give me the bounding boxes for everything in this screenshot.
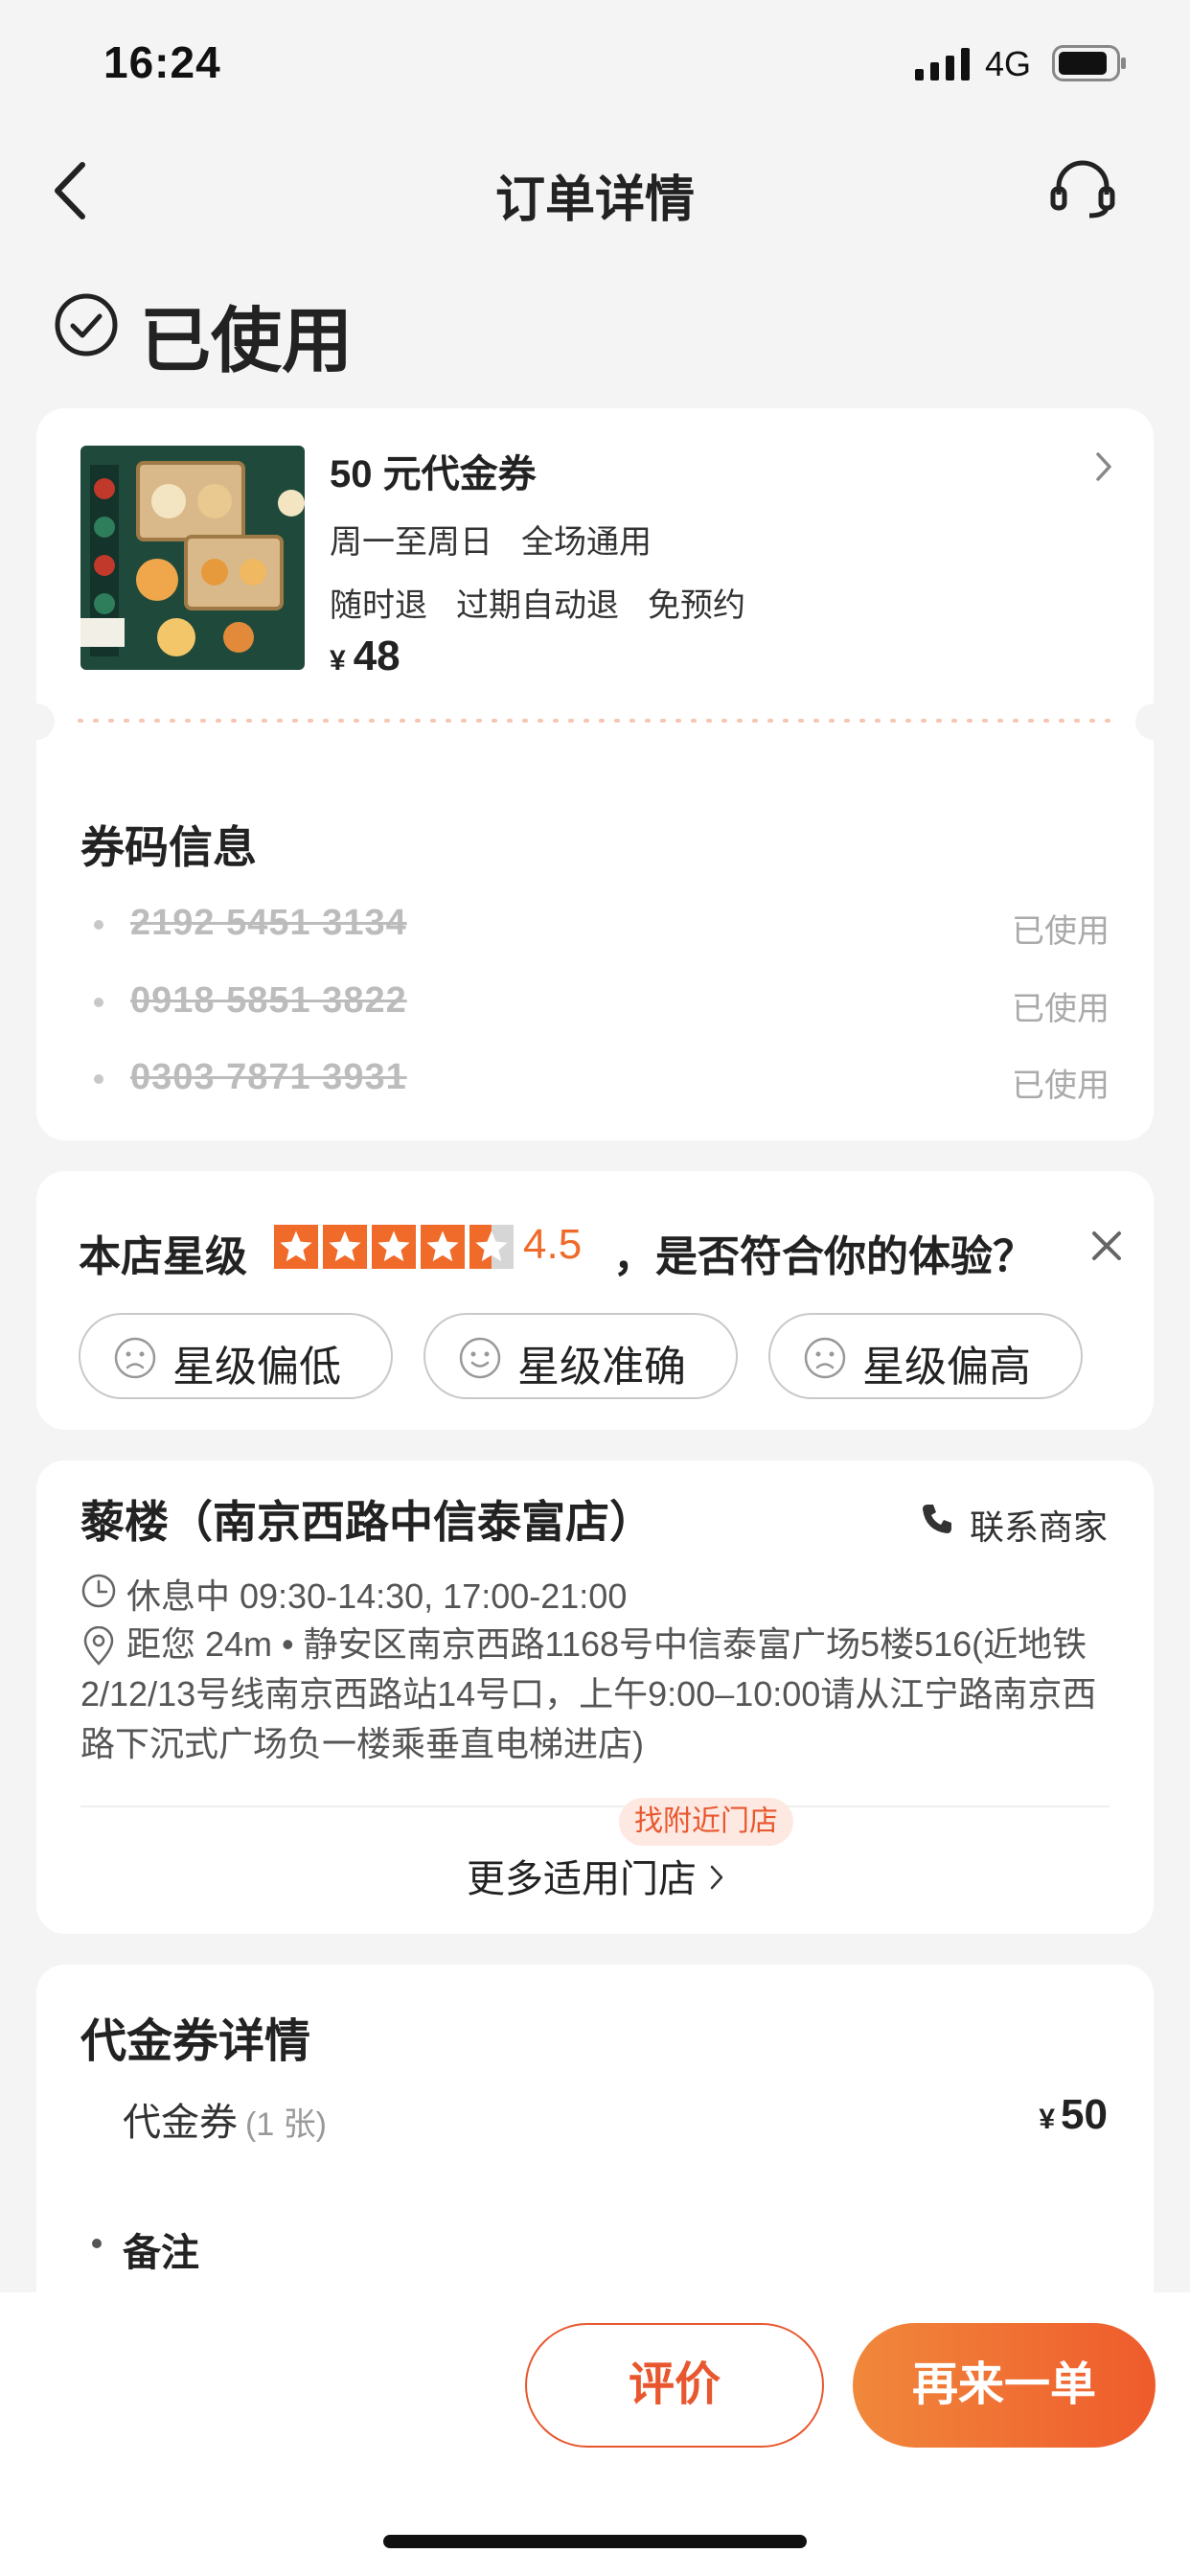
rating-option-low[interactable]: 星级偏低: [79, 1313, 393, 1399]
rating-option-high[interactable]: 星级偏高: [768, 1313, 1083, 1399]
ticket-notch-left: [18, 703, 55, 740]
rating-option-label: 星级准确: [517, 1344, 686, 1391]
more-stores-label: 更多适用门店: [467, 1858, 697, 1900]
voucher-item-name: 代金券: [123, 2102, 238, 2144]
divider: [80, 1806, 1110, 1807]
status-time: 16:24: [103, 37, 221, 87]
voucher-amount: ¥50: [1039, 2091, 1108, 2139]
coupon-code: 2192 5451 3134: [130, 903, 407, 943]
contact-merchant-button[interactable]: 联系商家: [920, 1500, 1113, 1547]
product-refund-tags: 随时退 过期自动退 免预约: [330, 579, 774, 626]
coupon-code-status: 已使用: [1012, 1068, 1110, 1104]
shop-hours: 休息中 09:30-14:30, 17:00-21:00: [126, 1576, 628, 1616]
bullet: [94, 920, 103, 930]
phone-icon: [923, 1505, 951, 1533]
price-value: 48: [353, 632, 400, 679]
rating-option-label: 星级偏低: [172, 1344, 341, 1391]
product-title[interactable]: 50 元代金券: [330, 443, 537, 498]
close-icon[interactable]: [1090, 1230, 1123, 1262]
coupon-code-row: 0303 7871 3931 已使用: [80, 1055, 1110, 1104]
coupon-codes-title: 券码信息: [80, 822, 257, 872]
review-button[interactable]: 评价: [525, 2323, 824, 2448]
voucher-detail-title: 代金券详情: [80, 2016, 311, 2067]
shop-address[interactable]: 距您 24m • 静安区南京西路1168号中信泰富广场5楼516(近地铁2/12…: [80, 1620, 1115, 1769]
rating-option-accurate[interactable]: 星级准确: [423, 1313, 738, 1399]
ticket-notch-right: [1135, 703, 1172, 740]
tag: 周一至周日: [330, 524, 492, 561]
rating-question: ，是否符合你的体验？: [613, 1233, 1035, 1280]
find-nearby-badge[interactable]: 找附近门店: [619, 1798, 793, 1846]
rating-label: 本店星级: [79, 1233, 247, 1280]
network-type: 4G: [985, 44, 1032, 83]
bullet: [94, 1074, 103, 1084]
clock-icon: [81, 1574, 116, 1608]
sad-face-icon: [114, 1337, 156, 1379]
currency-symbol: ¥: [1039, 2104, 1056, 2135]
home-indicator: [383, 2535, 807, 2548]
contact-merchant-label: 联系商家: [970, 1507, 1109, 1547]
reorder-button[interactable]: 再来一单: [853, 2323, 1156, 2448]
product-usage-tags: 周一至周日 全场通用: [330, 516, 680, 563]
rating-score: 4.5: [523, 1221, 583, 1268]
order-status-label: 已使用: [140, 301, 353, 380]
rating-star: [421, 1225, 465, 1269]
bullet: [92, 2239, 102, 2248]
voucher-item-count: (1 张): [245, 2106, 327, 2143]
page-title: 订单详情: [494, 172, 695, 228]
coupon-code-row: 2192 5451 3134 已使用: [80, 901, 1110, 950]
bullet: [94, 998, 103, 1007]
currency-symbol: ¥: [330, 645, 346, 677]
rating-star: [372, 1225, 416, 1269]
smile-face-icon: [459, 1337, 501, 1379]
shop-name[interactable]: 藜楼（南京西路中信泰富店）: [80, 1487, 653, 1551]
coupon-code-row: 0918 5851 3822 已使用: [80, 978, 1110, 1027]
product-price: ¥48: [330, 632, 400, 680]
customer-service-icon[interactable]: [1049, 158, 1116, 221]
more-stores-link[interactable]: 更多适用门店: [0, 1848, 1190, 1903]
amount-value: 50: [1061, 2091, 1108, 2138]
tag: 随时退: [330, 587, 427, 624]
check-circle-icon: [55, 293, 118, 356]
star-rating: [274, 1225, 514, 1269]
chevron-right-icon: [710, 1865, 723, 1890]
rating-option-label: 星级偏高: [862, 1344, 1031, 1391]
signal-icon: [915, 48, 970, 80]
coupon-code-status: 已使用: [1012, 913, 1110, 950]
coupon-code-status: 已使用: [1012, 991, 1110, 1027]
note-label: 备注: [123, 2232, 199, 2274]
tag: 全场通用: [521, 524, 652, 561]
coupon-code: 0303 7871 3931: [130, 1057, 407, 1097]
sad-face-icon: [804, 1337, 846, 1379]
product-thumbnail[interactable]: [80, 446, 305, 670]
tag: 免预约: [648, 587, 745, 624]
battery-icon: [1052, 45, 1126, 81]
chevron-right-icon[interactable]: [1092, 450, 1115, 483]
tag: 过期自动退: [456, 587, 619, 624]
dotted-divider: [78, 719, 1113, 723]
voucher-item: 代金券 (1 张): [123, 2091, 327, 2147]
rating-star: [274, 1225, 318, 1269]
rating-star: [323, 1225, 367, 1269]
rating-star: [469, 1225, 514, 1269]
coupon-code: 0918 5851 3822: [130, 980, 407, 1021]
